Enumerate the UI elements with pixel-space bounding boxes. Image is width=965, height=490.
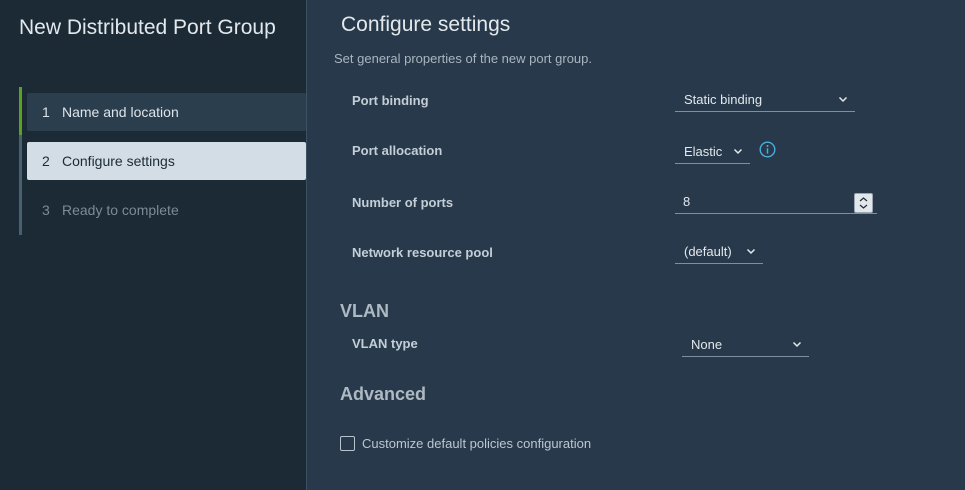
chevron-down-icon — [733, 148, 743, 155]
vlan-type-label: VLAN type — [352, 336, 418, 351]
step-label: Configure settings — [62, 153, 175, 169]
spinner-arrows-icon[interactable] — [854, 193, 873, 213]
port-binding-value: Static binding — [684, 92, 763, 107]
customize-policies-row[interactable]: Customize default policies configuration — [340, 436, 591, 451]
customize-policies-checkbox[interactable] — [340, 436, 355, 451]
step-name-and-location[interactable]: 1 Name and location — [27, 93, 306, 131]
info-circle-icon[interactable] — [759, 141, 776, 158]
wizard-title: New Distributed Port Group — [19, 16, 276, 39]
step-number: 3 — [42, 202, 50, 218]
chevron-down-icon — [792, 341, 802, 348]
chevron-down-icon — [746, 248, 756, 255]
advanced-heading: Advanced — [340, 384, 427, 404]
step-label: Name and location — [62, 104, 179, 120]
chevron-down-icon — [838, 96, 848, 103]
step-label: Ready to complete — [62, 202, 179, 218]
port-allocation-value: Elastic — [684, 144, 723, 159]
number-of-ports-input[interactable]: 8 — [675, 190, 877, 214]
step-number: 1 — [42, 104, 50, 120]
port-allocation-label: Port allocation — [352, 143, 443, 158]
vlan-type-select[interactable]: None — [682, 333, 809, 357]
wizard-sidebar: New Distributed Port Group 1 Name and lo… — [0, 0, 307, 490]
step-configure-settings[interactable]: 2 Configure settings — [27, 142, 306, 180]
network-resource-pool-label: Network resource pool — [352, 245, 493, 260]
main-panel: Configure settings Set general propertie… — [308, 0, 965, 490]
page-subtitle: Set general properties of the new port g… — [334, 51, 592, 66]
step-number: 2 — [42, 153, 50, 169]
network-resource-pool-value: (default) — [684, 244, 732, 259]
network-resource-pool-select[interactable]: (default) — [675, 240, 763, 264]
customize-policies-label[interactable]: Customize default policies configuration — [362, 436, 591, 451]
vlan-heading: VLAN — [340, 301, 389, 321]
port-allocation-select[interactable]: Elastic — [675, 140, 750, 164]
port-binding-select[interactable]: Static binding — [675, 88, 855, 112]
page-title: Configure settings — [341, 13, 511, 36]
wizard-steps: 1 Name and location 2 Configure settings… — [19, 87, 307, 235]
port-binding-label: Port binding — [352, 93, 429, 108]
number-of-ports-label: Number of ports — [352, 195, 454, 210]
step-progress-accent — [19, 87, 22, 135]
vlan-type-value: None — [691, 337, 723, 352]
step-ready-to-complete: 3 Ready to complete — [27, 191, 306, 229]
